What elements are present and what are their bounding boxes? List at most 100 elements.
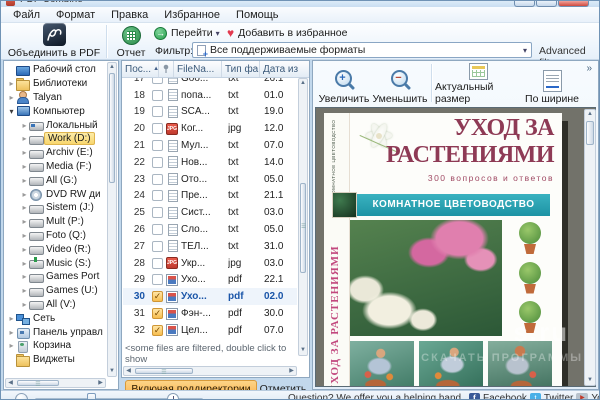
row-checkbox[interactable] — [152, 190, 163, 202]
chevron-right-icon[interactable]: ▸ — [20, 162, 29, 171]
row-checkbox[interactable]: ✓ — [152, 324, 163, 336]
file-row[interactable]: 26 Сло... txt 05.0 — [123, 221, 297, 238]
column-header-pin[interactable] — [159, 61, 174, 77]
youtube-icon[interactable] — [576, 393, 589, 399]
zoom-in-button[interactable]: + Увеличить — [317, 63, 371, 105]
row-checkbox[interactable] — [152, 106, 163, 118]
tree-item[interactable]: Рабочий стол — [5, 63, 106, 77]
twitter-link[interactable]: Twitter — [544, 393, 573, 399]
preview-scroll-thumb[interactable] — [586, 121, 594, 145]
chevron-right-icon[interactable]: ▸ — [20, 286, 29, 295]
row-checkbox[interactable] — [152, 257, 163, 269]
facebook-link[interactable]: Facebook — [483, 393, 527, 399]
zoom-reset-icon[interactable] — [15, 393, 28, 399]
tree-item[interactable]: ▸ DVD RW ди — [5, 187, 106, 202]
chevron-right-icon[interactable]: ▸ — [7, 341, 16, 350]
tree-item[interactable]: ▸ Work (D:) — [5, 132, 106, 146]
chevron-right-icon[interactable]: ▸ — [20, 300, 29, 309]
tree-item[interactable]: Виджеты — [5, 353, 106, 367]
file-row[interactable]: 17 Goo... txt 26.1 — [123, 78, 297, 87]
report-button[interactable]: Отчет — [109, 24, 153, 59]
tree-item[interactable]: ▸ Библиотеки — [5, 77, 106, 91]
file-row[interactable]: 19 SCA... txt 19.0 — [123, 104, 297, 121]
chevron-right-icon[interactable]: ▸ — [7, 93, 16, 102]
tree-item[interactable]: ▸ Video (R:) — [5, 242, 106, 256]
row-checkbox[interactable] — [152, 224, 163, 236]
menu-item[interactable]: Формат — [48, 8, 103, 22]
add-favorite-button[interactable]: ♥ Добавить в избранное — [227, 25, 347, 41]
chevron-double-right-icon[interactable]: » — [586, 63, 592, 74]
tree-horizontal-scrollbar[interactable]: ◀ ☰ ▶ — [5, 378, 106, 388]
file-row[interactable]: 22 Нов... txt 14.0 — [123, 154, 297, 171]
tree-item[interactable]: ▸ Music (S:) — [5, 256, 106, 270]
chevron-right-icon[interactable]: ▸ — [20, 176, 29, 185]
chevron-right-icon[interactable]: ▸ — [20, 217, 29, 226]
tree-item[interactable]: ▸ Archiv (E:) — [5, 146, 106, 160]
tree-item[interactable]: ▸ Sistem (J:) — [5, 201, 106, 215]
menu-item[interactable]: Избранное — [156, 8, 228, 22]
list-scroll-thumb[interactable]: ☰ — [300, 183, 306, 273]
file-row[interactable]: 30 ✓ Ухо... pdf 02.0 — [123, 288, 297, 306]
scroll-left-icon[interactable]: ◀ — [124, 367, 133, 375]
actual-size-button[interactable]: Актуальный размер — [435, 63, 521, 105]
scroll-down-icon[interactable]: ▼ — [108, 367, 116, 376]
filter-dropdown[interactable]: Все поддерживаемые форматы ▾ — [192, 42, 532, 59]
file-row[interactable]: 20 Ког... jpg 12.0 — [123, 120, 297, 137]
file-row[interactable]: 32 ✓ Цел... pdf 07.0 — [123, 322, 297, 339]
chevron-right-icon[interactable]: ▸ — [20, 190, 29, 199]
chevron-right-icon[interactable]: ▸ — [20, 134, 29, 143]
scroll-right-icon[interactable]: ▶ — [96, 379, 105, 387]
chevron-right-icon[interactable]: ▸ — [20, 121, 29, 130]
combine-to-pdf-button[interactable]: Объединить в PDF — [4, 23, 104, 59]
file-row[interactable]: 23 Ото... txt 05.0 — [123, 171, 297, 188]
chevron-right-icon[interactable]: ▸ — [20, 231, 29, 240]
chevron-right-icon[interactable]: ▸ — [20, 245, 29, 254]
scroll-up-icon[interactable]: ▲ — [585, 110, 595, 119]
facebook-icon[interactable] — [469, 393, 480, 399]
tree-item[interactable]: ▸ Панель управл — [5, 325, 106, 340]
tree-item[interactable]: ▸ Локальный — [5, 118, 106, 132]
menu-item[interactable]: Помощь — [228, 8, 287, 22]
tree-item[interactable]: ▾ Компьютер — [5, 104, 106, 118]
row-checkbox[interactable]: ✓ — [152, 308, 163, 320]
row-checkbox[interactable] — [152, 207, 163, 219]
file-row[interactable]: 31 ✓ Фэн-... pdf 30.0 — [123, 305, 297, 322]
file-row[interactable]: 24 Пре... txt 21.1 — [123, 188, 297, 205]
row-checkbox[interactable] — [152, 173, 163, 185]
scroll-up-icon[interactable]: ▲ — [299, 79, 307, 88]
row-checkbox[interactable] — [152, 240, 163, 252]
scroll-right-icon[interactable]: ▶ — [287, 367, 296, 375]
preview-vertical-scrollbar[interactable]: ▲ ▼ — [584, 109, 596, 386]
zoom-slider-thumb[interactable] — [87, 393, 96, 399]
zoom-out-button[interactable]: − Уменьшить — [372, 63, 428, 105]
tree-item[interactable]: ▸ Games Port — [5, 270, 106, 284]
file-row[interactable]: 29 Ухо... pdf 22.1 — [123, 272, 297, 289]
row-checkbox[interactable] — [152, 123, 163, 135]
file-row[interactable]: 25 Сист... txt 03.0 — [123, 204, 297, 221]
tree-item[interactable]: ▸ Games (U:) — [5, 284, 106, 298]
tree-item[interactable]: ▸ Mult (P:) — [5, 215, 106, 229]
row-checkbox[interactable] — [152, 140, 163, 152]
tree-item[interactable]: ▸ Сеть — [5, 311, 106, 326]
chevron-right-icon[interactable]: ▸ — [20, 203, 29, 212]
row-checkbox[interactable] — [152, 274, 163, 286]
goto-button[interactable]: → Перейти ▾ — [154, 25, 220, 41]
tree-item[interactable]: ▸ Foto (Q:) — [5, 229, 106, 243]
tree-item[interactable]: ▸ All (G:) — [5, 173, 106, 187]
list-vertical-scrollbar[interactable]: ▲ ☰ ▼ — [298, 78, 308, 356]
column-header-position[interactable]: Пос... ▲ — [122, 61, 159, 77]
chevron-right-icon[interactable]: ▸ — [7, 328, 16, 337]
file-row[interactable]: 27 ТЕЛ... txt 31.0 — [123, 238, 297, 255]
scroll-up-icon[interactable]: ▲ — [108, 63, 116, 72]
column-header-filename[interactable]: FileNa... — [174, 61, 222, 77]
tree-scroll-thumb[interactable] — [109, 73, 115, 183]
file-row[interactable]: 18 попа... txt 01.0 — [123, 87, 297, 104]
chevron-right-icon[interactable]: ▸ — [7, 314, 16, 323]
tree-item[interactable]: ▸ Talyan — [5, 91, 106, 105]
tree-hscroll-thumb[interactable]: ☰ — [17, 380, 59, 388]
row-checkbox[interactable]: ✓ — [152, 291, 163, 303]
tree-item[interactable]: ▸ Корзина — [5, 339, 106, 353]
row-checkbox[interactable] — [152, 78, 163, 84]
chevron-right-icon[interactable]: ▸ — [20, 148, 29, 157]
scroll-left-icon[interactable]: ◀ — [6, 379, 15, 387]
